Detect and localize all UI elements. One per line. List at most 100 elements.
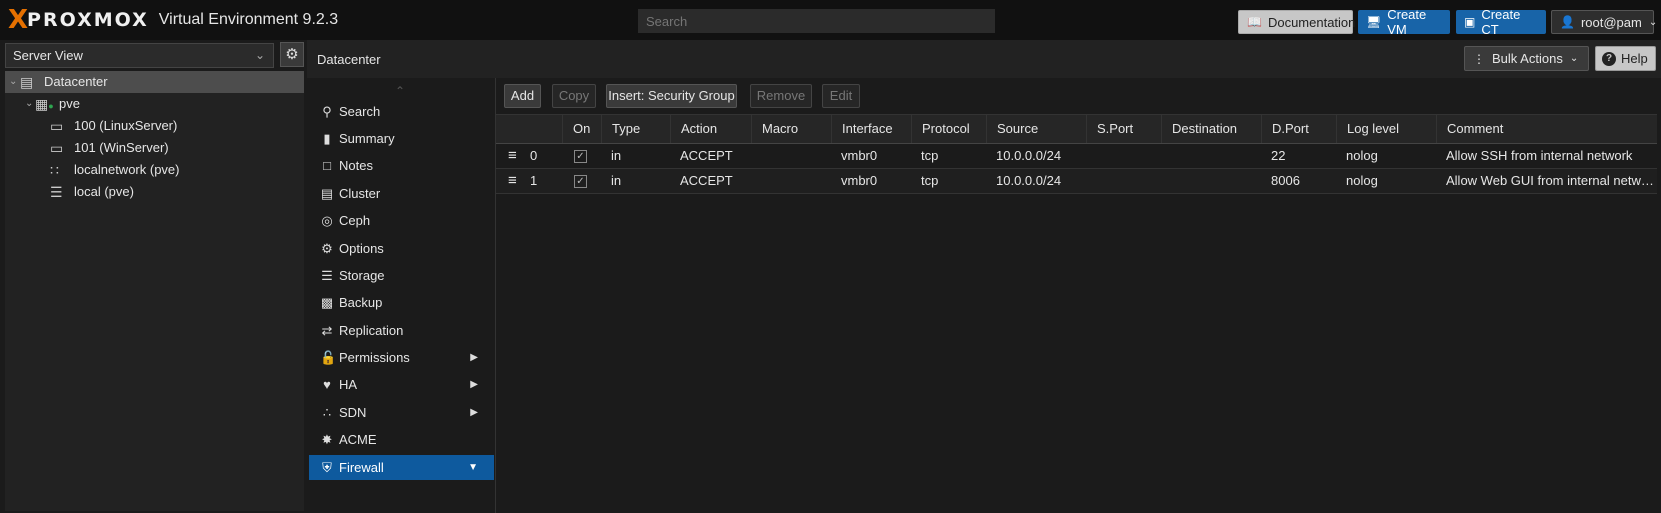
insert-security-group-button[interactable]: Insert: Security Group [606, 84, 737, 108]
column-header-destination[interactable]: Destination [1161, 115, 1261, 143]
rule-sport [1086, 144, 1161, 168]
create-vm-button[interactable]: 🖥 Create VM [1358, 7, 1450, 37]
help-button[interactable]: ? Help [1595, 46, 1656, 71]
server-rack-icon: ▤ [20, 74, 34, 90]
table-row[interactable]: ≡ 0 ✓ in ACCEPT vmbr0 tcp 10.0.0.0/24 22… [496, 144, 1657, 169]
edit-button[interactable]: Edit [822, 84, 860, 108]
content-header: Datacenter ⋮ Bulk Actions ⌄ ? Help [307, 40, 1661, 78]
proxmox-logo[interactable]: X PROXMOX Virtual Environment 9.2.3 [8, 0, 338, 40]
menu-item-backup[interactable]: ▩ Backup [309, 290, 494, 315]
documentation-label: Documentation [1267, 14, 1356, 30]
drag-handle-icon[interactable]: ≡ [508, 144, 517, 168]
tree-item-localnetwork[interactable]: ∷ localnetwork (pve) [5, 159, 304, 181]
logo-wordmark: PROXMOX [27, 9, 149, 31]
tree-item-pve[interactable]: ⌄ ▦● pve [5, 93, 304, 115]
column-header-sport[interactable]: S.Port [1086, 115, 1161, 143]
user-menu-button[interactable]: 👤 root@pam ⌄ [1551, 10, 1657, 34]
tree-item-label: 100 (LinuxServer) [74, 118, 178, 133]
view-select[interactable]: Server View ⌄ [5, 43, 274, 68]
column-header-action[interactable]: Action [670, 115, 751, 143]
search-input[interactable] [638, 9, 995, 33]
rule-type: in [611, 173, 622, 188]
column-header-protocol[interactable]: Protocol [911, 115, 986, 143]
create-ct-label: Create CT [1481, 7, 1521, 37]
rule-comment: Allow SSH from internal network [1446, 148, 1633, 163]
tree-item-vm-101[interactable]: ▭ 101 (WinServer) [5, 137, 304, 159]
view-settings-button[interactable]: ⚙ [280, 42, 304, 67]
rule-source: 10.0.0.0/24 [996, 173, 1062, 188]
menu-item-label: HA [339, 377, 358, 392]
menu-item-cluster[interactable]: ▤ Cluster [309, 181, 494, 206]
datacenter-menu: ⌃ ⚲ Search ▮ Summary □ Notes ▤ Cluster ◎… [307, 78, 495, 513]
rule-protocol: tcp [921, 173, 939, 188]
menu-item-storage[interactable]: ☰ Storage [309, 263, 494, 288]
create-ct-button[interactable]: ▣ Create CT [1456, 7, 1546, 37]
menu-item-ceph[interactable]: ◎ Ceph [309, 208, 494, 233]
column-header-comment[interactable]: Comment [1436, 115, 1657, 143]
rule-type: in [611, 148, 622, 163]
bulk-actions-button[interactable]: ⋮ Bulk Actions ⌄ [1464, 46, 1589, 71]
column-header-on[interactable]: On [562, 115, 601, 143]
checkmark-icon: ✓ [574, 150, 587, 164]
scroll-up-icon[interactable]: ⌃ [395, 84, 405, 98]
expand-toggle-icon[interactable]: ⌄ [25, 93, 33, 115]
remove-button[interactable]: Remove [750, 84, 812, 108]
retweet-icon: ⇄ [321, 323, 333, 338]
menu-item-permissions[interactable]: 🔓 Permissions ▶ [309, 345, 494, 370]
node-online-icon: ▦● [35, 96, 54, 112]
rule-action: ACCEPT [680, 173, 733, 188]
drag-handle-icon[interactable]: ≡ [508, 169, 517, 193]
menu-item-ha[interactable]: ♥ HA ▶ [309, 372, 494, 397]
rule-position: 1 [530, 173, 538, 188]
tree-item-label: localnetwork (pve) [74, 162, 180, 177]
view-select-value: Server View [13, 48, 83, 63]
table-row[interactable]: ≡ 1 ✓ in ACCEPT vmbr0 tcp 10.0.0.0/24 80… [496, 169, 1657, 194]
help-label: Help [1621, 51, 1648, 66]
logo-x-mark: X [8, 5, 28, 35]
documentation-button[interactable]: 📖 Documentation [1238, 10, 1356, 34]
tree-item-local-storage[interactable]: ☰ local (pve) [5, 181, 304, 203]
resource-panel: Server View ⌄ ⚙ ⌄ ▤ Datacenter ⌄ ▦● pve … [0, 40, 307, 513]
certificate-icon: ✸ [321, 432, 333, 447]
menu-item-label: Notes [339, 158, 373, 173]
column-header-dport[interactable]: D.Port [1261, 115, 1336, 143]
monitor-icon: 🖥 [1366, 15, 1382, 29]
menu-item-notes[interactable]: □ Notes [309, 153, 494, 178]
user-label: root@pam [1580, 14, 1642, 30]
add-button[interactable]: Add [504, 84, 541, 108]
rule-dport: 8006 [1271, 173, 1300, 188]
vertical-dots-icon: ⋮ [1473, 51, 1485, 66]
expand-toggle-icon[interactable]: ⌄ [9, 71, 17, 93]
rule-enabled-checkbox[interactable]: ✓ [562, 169, 601, 193]
menu-item-sdn[interactable]: ∴ SDN ▶ [309, 400, 494, 425]
cube-icon: ▣ [1464, 15, 1476, 29]
tree-item-label: pve [59, 96, 80, 111]
rule-macro [751, 169, 831, 193]
chevron-down-icon: ⌄ [1569, 53, 1579, 64]
chevron-down-icon: ▼ [468, 462, 478, 473]
column-header-type[interactable]: Type [601, 115, 670, 143]
column-header-log-level[interactable]: Log level [1336, 115, 1436, 143]
rule-comment: Allow Web GUI from internal network [1446, 173, 1657, 188]
menu-item-replication[interactable]: ⇄ Replication [309, 318, 494, 343]
user-icon: 👤 [1560, 15, 1575, 29]
menu-item-acme[interactable]: ✸ ACME [309, 427, 494, 452]
menu-item-firewall[interactable]: ⛨ Firewall ▼ [309, 455, 494, 480]
menu-item-summary[interactable]: ▮ Summary [309, 126, 494, 151]
tree-item-vm-100[interactable]: ▭ 100 (LinuxServer) [5, 115, 304, 137]
menu-item-options[interactable]: ⚙ Options [309, 236, 494, 261]
copy-button[interactable]: Copy [552, 84, 596, 108]
menu-item-label: Backup [339, 295, 383, 310]
column-header-interface[interactable]: Interface [831, 115, 911, 143]
column-header-source[interactable]: Source [986, 115, 1086, 143]
rule-enabled-checkbox[interactable]: ✓ [562, 144, 601, 168]
column-header-macro[interactable]: Macro [751, 115, 831, 143]
tree-item-datacenter[interactable]: ⌄ ▤ Datacenter [5, 71, 304, 93]
menu-item-search[interactable]: ⚲ Search [309, 99, 494, 124]
create-vm-label: Create VM [1387, 7, 1427, 37]
menu-item-label: Firewall [339, 460, 384, 475]
menu-item-label: Replication [339, 323, 404, 338]
bulk-actions-label: Bulk Actions [1492, 51, 1563, 66]
server-icon: ▤ [320, 186, 334, 201]
product-version: Virtual Environment 9.2.3 [158, 11, 339, 28]
